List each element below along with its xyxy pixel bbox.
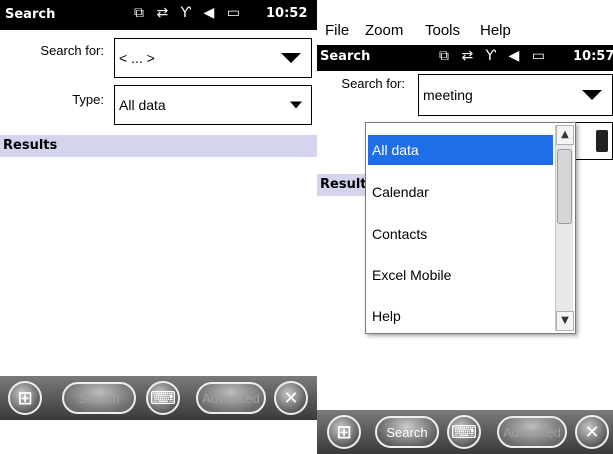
- menu-zoom[interactable]: Zoom: [365, 22, 403, 39]
- dropdown-item-all-data[interactable]: All data: [368, 135, 553, 165]
- results-header: Results: [0, 135, 317, 157]
- menu-file[interactable]: File: [325, 22, 349, 39]
- menu-bar: File Zoom Tools Help: [317, 18, 613, 46]
- dropdown-item-calendar[interactable]: Calendar: [368, 177, 553, 207]
- results-header: Result: [317, 174, 367, 196]
- dropdown-scrollbar[interactable]: ▲ ▼: [555, 125, 574, 331]
- status-icons: ⧉ ⇄ Ƴ ◀ ▭: [439, 48, 549, 64]
- windows-icon[interactable]: ⊞: [327, 415, 361, 449]
- status-bar: Search ⧉ ⇄ Ƴ ◀ ▭ 10:52: [0, 0, 317, 30]
- search-screen-left: Search ⧉ ⇄ Ƴ ◀ ▭ 10:52 Search for: < ...…: [0, 0, 317, 420]
- type-select[interactable]: All data: [114, 85, 312, 125]
- menu-help[interactable]: Help: [480, 22, 511, 39]
- dropdown-arrow-icon[interactable]: [281, 53, 301, 63]
- keyboard-icon[interactable]: ⌨: [447, 415, 481, 449]
- scroll-down-icon[interactable]: ▼: [556, 311, 574, 331]
- dropdown-item-excel-mobile[interactable]: Excel Mobile: [368, 260, 553, 290]
- search-for-label: Search for:: [40, 43, 104, 58]
- search-button[interactable]: Search: [62, 382, 136, 414]
- search-for-value: < ... >: [119, 50, 155, 66]
- windows-icon[interactable]: ⊞: [8, 381, 42, 415]
- type-dropdown-list[interactable]: All data Calendar Contacts Excel Mobile …: [365, 122, 576, 334]
- results-label: Results: [3, 138, 58, 153]
- clock: 10:57: [573, 49, 613, 64]
- close-icon[interactable]: ✕: [274, 381, 308, 415]
- dropdown-arrow-icon[interactable]: [290, 101, 302, 109]
- search-for-value: meeting: [423, 87, 473, 103]
- status-bar: Search ⧉ ⇄ Ƴ ◀ ▭ 10:57: [317, 45, 613, 71]
- soft-key-bar: ⊞ Search ⌨ Advanced ✕: [317, 410, 613, 454]
- menu-tools[interactable]: Tools: [425, 22, 460, 39]
- scroll-thumb[interactable]: [557, 149, 572, 224]
- type-label: Type:: [72, 92, 104, 107]
- close-icon[interactable]: ✕: [575, 415, 609, 449]
- search-for-combobox[interactable]: meeting: [418, 74, 613, 116]
- search-screen-right: File Zoom Tools Help Search ⧉ ⇄ Ƴ ◀ ▭ 10…: [317, 0, 613, 454]
- dropdown-arrow-icon[interactable]: [596, 130, 608, 152]
- type-value: All data: [119, 97, 166, 113]
- app-title: Search: [320, 49, 371, 64]
- clock: 10:52: [266, 6, 308, 21]
- results-label: Result: [320, 177, 367, 192]
- search-for-label: Search for:: [341, 76, 405, 91]
- advanced-button[interactable]: Advanced: [497, 416, 567, 448]
- advanced-button[interactable]: Advanced: [196, 382, 266, 414]
- dropdown-arrow-icon[interactable]: [582, 90, 602, 100]
- keyboard-icon[interactable]: ⌨: [146, 381, 180, 415]
- soft-key-bar: ⊞ Search ⌨ Advanced ✕: [0, 376, 317, 420]
- dropdown-item-contacts[interactable]: Contacts: [368, 219, 553, 249]
- app-title: Search: [5, 7, 56, 22]
- scroll-up-icon[interactable]: ▲: [556, 125, 574, 145]
- search-for-combobox[interactable]: < ... >: [114, 38, 312, 78]
- dropdown-item-help[interactable]: Help: [368, 301, 553, 331]
- status-icons: ⧉ ⇄ Ƴ ◀ ▭: [134, 5, 244, 21]
- search-button[interactable]: Search: [375, 416, 439, 448]
